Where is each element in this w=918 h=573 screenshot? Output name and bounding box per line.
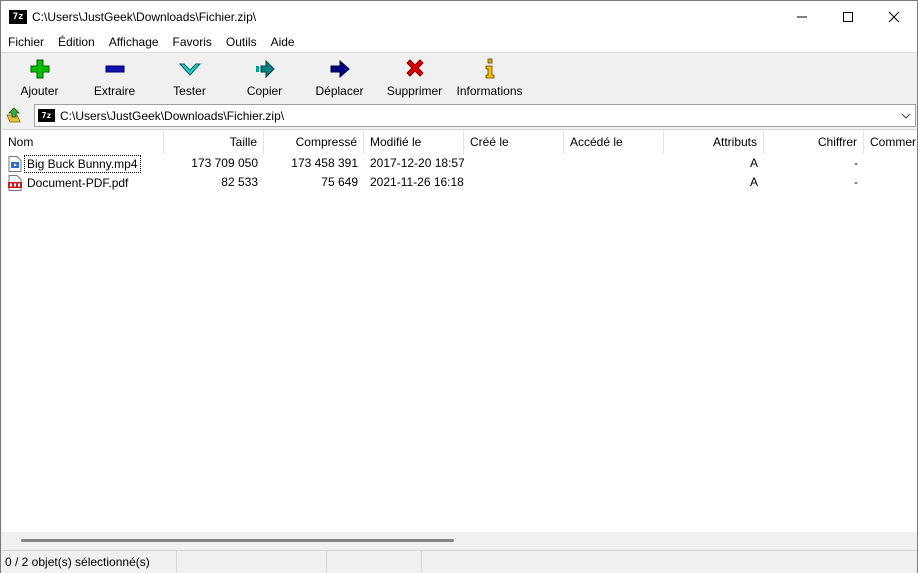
window-title: C:\Users\JustGeek\Downloads\Fichier.zip\ bbox=[32, 9, 257, 24]
column-header-encrypted[interactable]: Chiffrer bbox=[764, 130, 864, 154]
status-segment-2 bbox=[177, 551, 327, 573]
file-accessed bbox=[564, 154, 664, 173]
check-icon bbox=[178, 63, 201, 76]
file-packed-size: 173 458 391 bbox=[291, 156, 358, 170]
column-header-packed[interactable]: Compressé bbox=[264, 130, 364, 154]
maximize-button[interactable] bbox=[825, 1, 871, 32]
app-window: 7z C:\Users\JustGeek\Downloads\Fichier.z… bbox=[0, 0, 918, 573]
chevron-down-icon[interactable] bbox=[899, 109, 913, 123]
window-controls bbox=[779, 1, 917, 32]
close-icon bbox=[888, 11, 900, 22]
maximize-icon bbox=[843, 11, 853, 22]
add-button[interactable]: Ajouter bbox=[2, 53, 77, 101]
title-bar[interactable]: 7z C:\Users\JustGeek\Downloads\Fichier.z… bbox=[1, 1, 917, 32]
move-label: Déplacer bbox=[315, 84, 364, 98]
delete-x-icon bbox=[405, 59, 424, 77]
parent-folder-button[interactable] bbox=[1, 104, 27, 128]
column-header-size[interactable]: Taille bbox=[164, 130, 264, 154]
file-created bbox=[464, 173, 564, 192]
file-size: 173 709 050 bbox=[191, 156, 258, 170]
menu-edition[interactable]: Édition bbox=[51, 32, 102, 52]
menu-outils[interactable]: Outils bbox=[219, 32, 264, 52]
archive-logo-icon: 7z bbox=[38, 109, 55, 122]
column-header-comment[interactable]: Commer bbox=[864, 130, 917, 154]
plus-icon bbox=[30, 59, 49, 79]
menu-fichier[interactable]: Fichier bbox=[1, 32, 51, 52]
menu-favoris[interactable]: Favoris bbox=[166, 32, 219, 52]
info-label: Informations bbox=[456, 84, 523, 98]
toolbar: Ajouter Extraire Tester Copier Déplacer … bbox=[1, 52, 917, 102]
test-button[interactable]: Tester bbox=[152, 53, 227, 101]
scrollbar-thumb[interactable] bbox=[21, 539, 454, 542]
column-header-accessed[interactable]: Accédé le bbox=[564, 130, 664, 154]
file-list[interactable]: Nom Taille Compressé Modifié le Créé le … bbox=[2, 129, 917, 532]
column-header-modified[interactable]: Modifié le bbox=[364, 130, 464, 154]
column-header-name[interactable]: Nom bbox=[2, 130, 164, 154]
test-label: Tester bbox=[173, 84, 206, 98]
file-name-cell: Big Buck Bunny.mp4 bbox=[2, 154, 164, 173]
file-name-cell: Document-PDF.pdf bbox=[2, 173, 164, 192]
horizontal-scrollbar[interactable] bbox=[2, 532, 917, 549]
delete-label: Supprimer bbox=[386, 84, 443, 98]
file-attributes: A bbox=[749, 175, 758, 189]
app-logo-icon: 7z bbox=[9, 9, 27, 24]
address-combobox[interactable]: 7z C:\Users\JustGeek\Downloads\Fichier.z… bbox=[34, 104, 916, 127]
menu-bar: Fichier Édition Affichage Favoris Outils… bbox=[1, 32, 917, 52]
minimize-icon bbox=[797, 16, 807, 17]
file-name: Document-PDF.pdf bbox=[27, 175, 129, 190]
status-segment-3 bbox=[327, 551, 422, 573]
extract-label: Extraire bbox=[93, 84, 136, 98]
close-button[interactable] bbox=[871, 1, 917, 32]
minus-icon bbox=[105, 65, 124, 73]
file-encrypted: - bbox=[854, 156, 858, 170]
file-attributes: A bbox=[749, 156, 758, 170]
column-header-attributes[interactable]: Attributs bbox=[664, 130, 764, 154]
info-button[interactable]: Informations bbox=[452, 53, 527, 101]
file-accessed bbox=[564, 173, 664, 192]
copy-button[interactable]: Copier bbox=[227, 53, 302, 101]
status-selection: 0 / 2 objet(s) sélectionné(s) bbox=[1, 551, 177, 573]
minimize-button[interactable] bbox=[779, 1, 825, 32]
table-row[interactable]: Document-PDF.pdf 82 533 75 649 2021-11-2… bbox=[2, 173, 917, 192]
video-file-icon bbox=[8, 155, 22, 172]
table-row[interactable]: Big Buck Bunny.mp4 173 709 050 173 458 3… bbox=[2, 154, 917, 173]
status-segment-4 bbox=[422, 551, 917, 573]
file-encrypted: - bbox=[854, 175, 858, 189]
file-modified: 2017-12-20 18:57 bbox=[370, 156, 464, 170]
file-name: Big Buck Bunny.mp4 bbox=[24, 154, 141, 173]
file-packed-size: 75 649 bbox=[321, 175, 358, 189]
folder-up-icon bbox=[6, 106, 21, 122]
delete-button[interactable]: Supprimer bbox=[377, 53, 452, 101]
column-header-created[interactable]: Créé le bbox=[464, 130, 564, 154]
copy-label: Copier bbox=[246, 84, 283, 98]
file-created bbox=[464, 154, 564, 173]
file-size: 82 533 bbox=[221, 175, 258, 189]
add-label: Ajouter bbox=[20, 84, 59, 98]
move-arrow-icon bbox=[330, 59, 350, 79]
menu-aide[interactable]: Aide bbox=[264, 32, 302, 52]
copy-arrow-icon bbox=[255, 59, 275, 79]
menu-affichage[interactable]: Affichage bbox=[102, 32, 166, 52]
list-header: Nom Taille Compressé Modifié le Créé le … bbox=[2, 130, 917, 154]
file-modified: 2021-11-26 16:18 bbox=[370, 175, 464, 189]
extract-button[interactable]: Extraire bbox=[77, 53, 152, 101]
move-button[interactable]: Déplacer bbox=[302, 53, 377, 101]
status-bar: 0 / 2 objet(s) sélectionné(s) bbox=[1, 550, 917, 573]
info-icon bbox=[485, 58, 494, 79]
address-bar: 7z C:\Users\JustGeek\Downloads\Fichier.z… bbox=[1, 103, 917, 128]
address-value: C:\Users\JustGeek\Downloads\Fichier.zip\ bbox=[60, 108, 285, 123]
pdf-file-icon bbox=[8, 174, 22, 191]
